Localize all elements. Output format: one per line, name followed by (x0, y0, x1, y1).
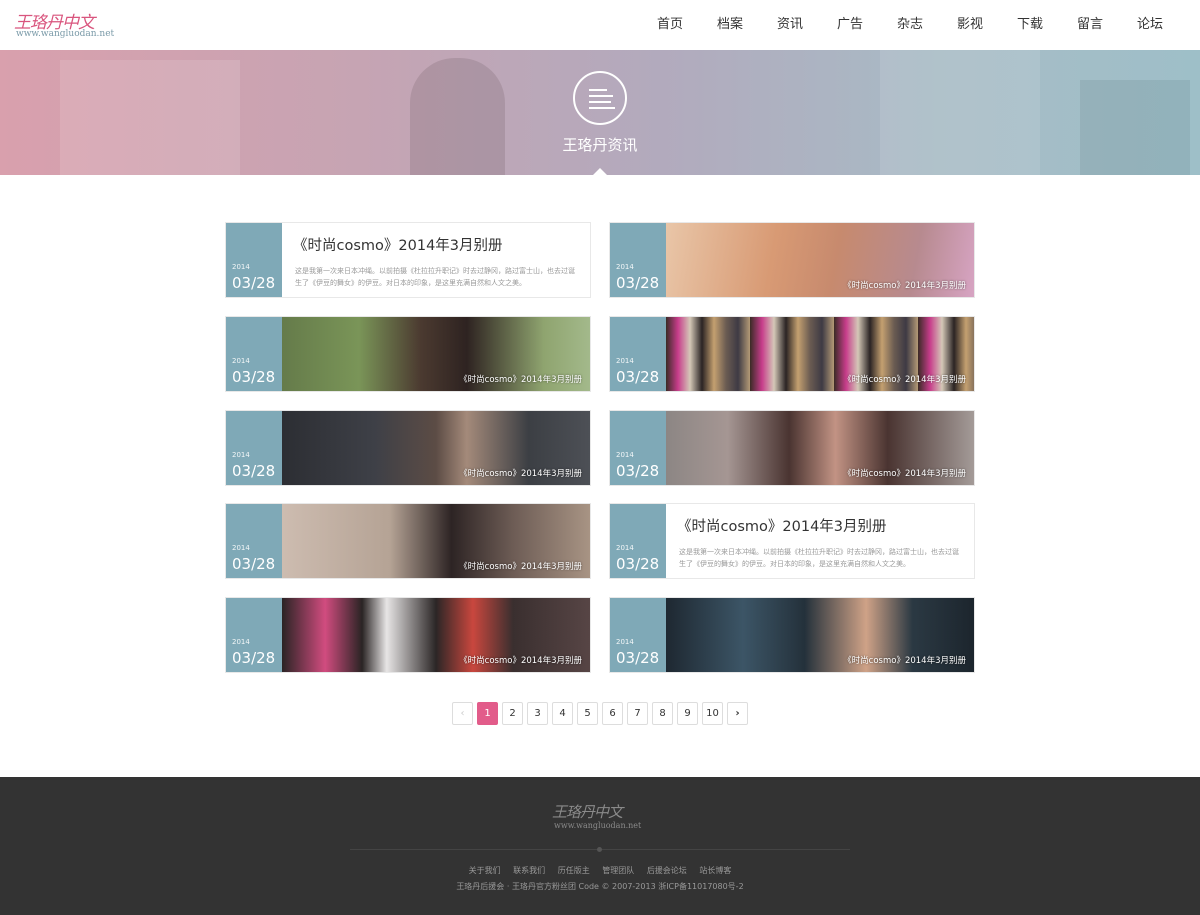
news-caption: 《时尚cosmo》2014年3月别册 (459, 469, 582, 479)
news-card[interactable]: 2014 03/28 《时尚cosmo》2014年3月别册 这是我第一次来日本冲… (609, 503, 975, 579)
date-box: 2014 03/28 (226, 504, 282, 578)
date-box: 2014 03/28 (226, 223, 282, 297)
page-button-2[interactable]: 2 (502, 702, 523, 725)
site-footer: 王珞丹中文 www.wangluodan.net 关于我们 联系我们 历任版主 … (0, 777, 1200, 915)
date-year: 2014 (616, 357, 634, 365)
news-excerpt: 这是我第一次来日本冲绳。以前拍摄《杜拉拉升职记》时去过静冈，路过富士山，也去过诞… (295, 267, 575, 287)
date-box: 2014 03/28 (226, 598, 282, 672)
banner-background-image (60, 60, 240, 175)
date-day: 03/28 (616, 274, 660, 292)
news-card[interactable]: 2014 03/28 《时尚cosmo》2014年3月别册 (609, 222, 975, 298)
footer-link-forum[interactable]: 后援会论坛 (647, 866, 687, 875)
date-year: 2014 (232, 357, 250, 365)
page-button-9[interactable]: 9 (677, 702, 698, 725)
nav-item-magazine[interactable]: 杂志 (880, 0, 940, 50)
nav-item-forum[interactable]: 论坛 (1120, 0, 1180, 50)
date-year: 2014 (232, 263, 250, 271)
date-year: 2014 (616, 263, 634, 271)
page-banner: 王珞丹资讯 (0, 50, 1200, 175)
nav-item-news[interactable]: 资讯 (760, 0, 820, 50)
nav-item-guestbook[interactable]: 留言 (1060, 0, 1120, 50)
news-card[interactable]: 2014 03/28 《时尚cosmo》2014年3月别册 这是我第一次来日本冲… (225, 222, 591, 298)
footer-logo-url: www.wangluodan.net (554, 821, 642, 830)
news-caption: 《时尚cosmo》2014年3月别册 (459, 375, 582, 385)
footer-link-contact[interactable]: 联系我们 (513, 866, 545, 875)
news-caption: 《时尚cosmo》2014年3月别册 (459, 562, 582, 572)
page-button-5[interactable]: 5 (577, 702, 598, 725)
news-caption: 《时尚cosmo》2014年3月别册 (843, 375, 966, 385)
footer-links: 关于我们 联系我们 历任版主 管理团队 后援会论坛 站长博客 (0, 865, 1200, 876)
news-caption: 《时尚cosmo》2014年3月别册 (843, 656, 966, 666)
logo-url: www.wangluodan.net (16, 29, 115, 39)
nav-item-home[interactable]: 首页 (640, 0, 700, 50)
page-button-3[interactable]: 3 (527, 702, 548, 725)
date-year: 2014 (616, 638, 634, 646)
date-box: 2014 03/28 (610, 317, 666, 391)
page-button-10[interactable]: 10 (702, 702, 723, 725)
page-title: 王珞丹资讯 (562, 136, 638, 154)
nav-item-profile[interactable]: 档案 (700, 0, 760, 50)
date-box: 2014 03/28 (226, 411, 282, 485)
news-title[interactable]: 《时尚cosmo》2014年3月别册 (677, 515, 887, 536)
date-day: 03/28 (232, 555, 276, 573)
date-day: 03/28 (232, 368, 276, 386)
nav-item-ads[interactable]: 广告 (820, 0, 880, 50)
news-caption: 《时尚cosmo》2014年3月别册 (459, 656, 582, 666)
date-box: 2014 03/28 (610, 411, 666, 485)
news-caption: 《时尚cosmo》2014年3月别册 (843, 281, 966, 291)
page-button-7[interactable]: 7 (627, 702, 648, 725)
prev-page-button[interactable]: ‹ (452, 702, 473, 725)
nav-item-film[interactable]: 影视 (940, 0, 1000, 50)
date-year: 2014 (232, 638, 250, 646)
banner-notch (592, 168, 608, 175)
date-box: 2014 03/28 (610, 504, 666, 578)
news-card[interactable]: 2014 03/28 《时尚cosmo》2014年3月别册 (225, 410, 591, 486)
date-year: 2014 (616, 451, 634, 459)
date-year: 2014 (232, 451, 250, 459)
news-card[interactable]: 2014 03/28 《时尚cosmo》2014年3月别册 (609, 410, 975, 486)
date-day: 03/28 (616, 462, 660, 480)
page-button-4[interactable]: 4 (552, 702, 573, 725)
footer-copyright: 王珞丹后援会 · 王珞丹官方粉丝团 Code © 2007-2013 浙ICP备… (456, 882, 744, 891)
date-year: 2014 (616, 544, 634, 552)
footer-link-moderators[interactable]: 历任版主 (558, 866, 590, 875)
date-day: 03/28 (616, 649, 660, 667)
list-lines-icon (573, 71, 627, 125)
news-card[interactable]: 2014 03/28 《时尚cosmo》2014年3月别册 (609, 597, 975, 673)
banner-background-image (1080, 80, 1190, 175)
date-year: 2014 (232, 544, 250, 552)
footer-logo-text: 王珞丹中文 (552, 803, 623, 821)
date-box: 2014 03/28 (610, 598, 666, 672)
footer-link-about[interactable]: 关于我们 (469, 866, 501, 875)
news-card[interactable]: 2014 03/28 《时尚cosmo》2014年3月别册 (225, 597, 591, 673)
news-title[interactable]: 《时尚cosmo》2014年3月别册 (293, 234, 503, 255)
news-card[interactable]: 2014 03/28 《时尚cosmo》2014年3月别册 (609, 316, 975, 392)
date-day: 03/28 (616, 555, 660, 573)
page-button-1[interactable]: 1 (477, 702, 498, 725)
main-nav: 首页 档案 资讯 广告 杂志 影视 下载 留言 论坛 (640, 0, 1180, 50)
date-day: 03/28 (232, 274, 276, 292)
page-button-8[interactable]: 8 (652, 702, 673, 725)
date-box: 2014 03/28 (226, 317, 282, 391)
footer-logo[interactable]: 王珞丹中文 www.wangluodan.net (552, 801, 652, 835)
nav-item-download[interactable]: 下载 (1000, 0, 1060, 50)
page-button-6[interactable]: 6 (602, 702, 623, 725)
footer-link-team[interactable]: 管理团队 (602, 866, 634, 875)
news-excerpt: 这是我第一次来日本冲绳。以前拍摄《杜拉拉升职记》时去过静冈，路过富士山，也去过诞… (679, 548, 959, 568)
date-day: 03/28 (616, 368, 660, 386)
date-day: 03/28 (232, 649, 276, 667)
news-card[interactable]: 2014 03/28 《时尚cosmo》2014年3月别册 (225, 316, 591, 392)
banner-background-image (410, 58, 505, 175)
news-caption: 《时尚cosmo》2014年3月别册 (843, 469, 966, 479)
site-logo[interactable]: 王珞丹中文 www.wangluodan.net (14, 8, 124, 42)
news-card[interactable]: 2014 03/28 《时尚cosmo》2014年3月别册 (225, 503, 591, 579)
next-page-button[interactable]: › (727, 702, 748, 725)
pagination: ‹ 1 2 3 4 5 6 7 8 9 10 › (452, 702, 752, 725)
banner-background-image (880, 50, 1040, 175)
site-header: 王珞丹中文 www.wangluodan.net 首页 档案 资讯 广告 杂志 … (0, 0, 1200, 50)
date-box: 2014 03/28 (610, 223, 666, 297)
footer-link-blog[interactable]: 站长博客 (699, 866, 731, 875)
footer-divider-dot (597, 847, 602, 852)
date-day: 03/28 (232, 462, 276, 480)
